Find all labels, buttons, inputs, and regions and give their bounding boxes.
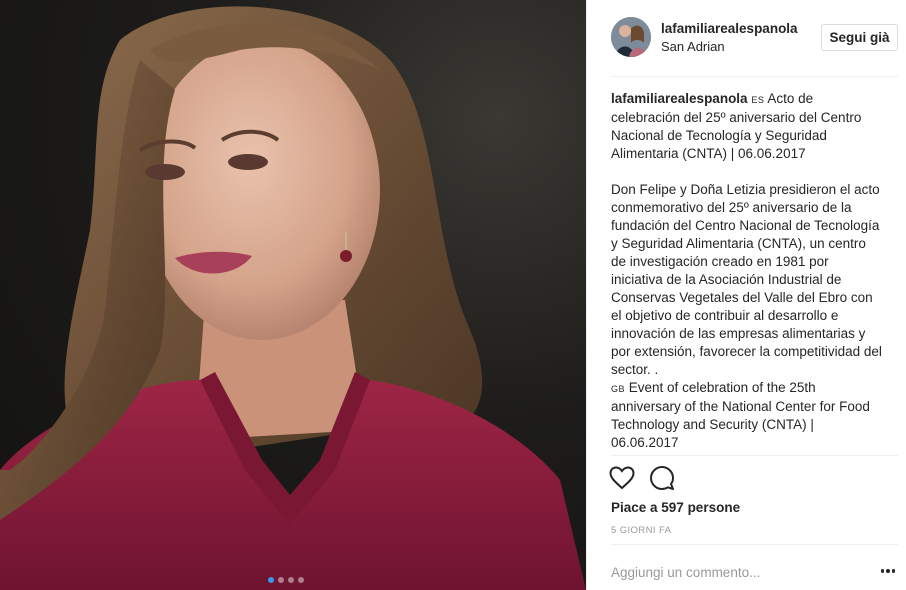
caption-text: Don Felipe y Doña Letizia presidieron el… [611, 182, 882, 377]
comment-input[interactable] [611, 561, 851, 583]
comment-button[interactable] [649, 465, 675, 491]
divider [611, 455, 898, 456]
post-photo[interactable] [0, 0, 586, 590]
post-side-panel: lafamiliarealespanola San Adrian Segui g… [586, 0, 906, 590]
heart-icon [609, 466, 635, 490]
like-button[interactable] [609, 465, 635, 491]
flag-gb-icon: GB [611, 384, 626, 394]
post-actions [609, 465, 675, 493]
location-link[interactable]: San Adrian [661, 39, 725, 54]
follow-button[interactable]: Segui già [821, 24, 898, 51]
divider [611, 544, 898, 545]
flag-es-icon: ES [751, 95, 765, 105]
caption-username-link[interactable]: lafamiliarealespanola [611, 91, 748, 106]
divider [611, 76, 898, 77]
post-timestamp[interactable]: 5 GIORNI FA [611, 525, 671, 536]
avatar[interactable] [611, 17, 651, 57]
portrait-image [0, 6, 586, 590]
username-link[interactable]: lafamiliarealespanola [661, 21, 798, 36]
avatar-image [611, 17, 651, 57]
carousel-dot [268, 577, 274, 583]
carousel-dot [278, 577, 284, 583]
comment-icon [650, 466, 674, 490]
likes-count[interactable]: Piace a 597 persone [611, 500, 740, 515]
post-header: lafamiliarealespanola San Adrian Segui g… [587, 0, 906, 76]
carousel-indicator [268, 577, 304, 583]
more-options-button[interactable] [877, 562, 899, 580]
more-options-icon [880, 569, 896, 573]
caption-text: Event of celebration of the 25th anniver… [611, 380, 870, 450]
post-caption: lafamiliarealespanola ES Acto de celebra… [611, 90, 883, 452]
carousel-dot [288, 577, 294, 583]
carousel-dot [298, 577, 304, 583]
